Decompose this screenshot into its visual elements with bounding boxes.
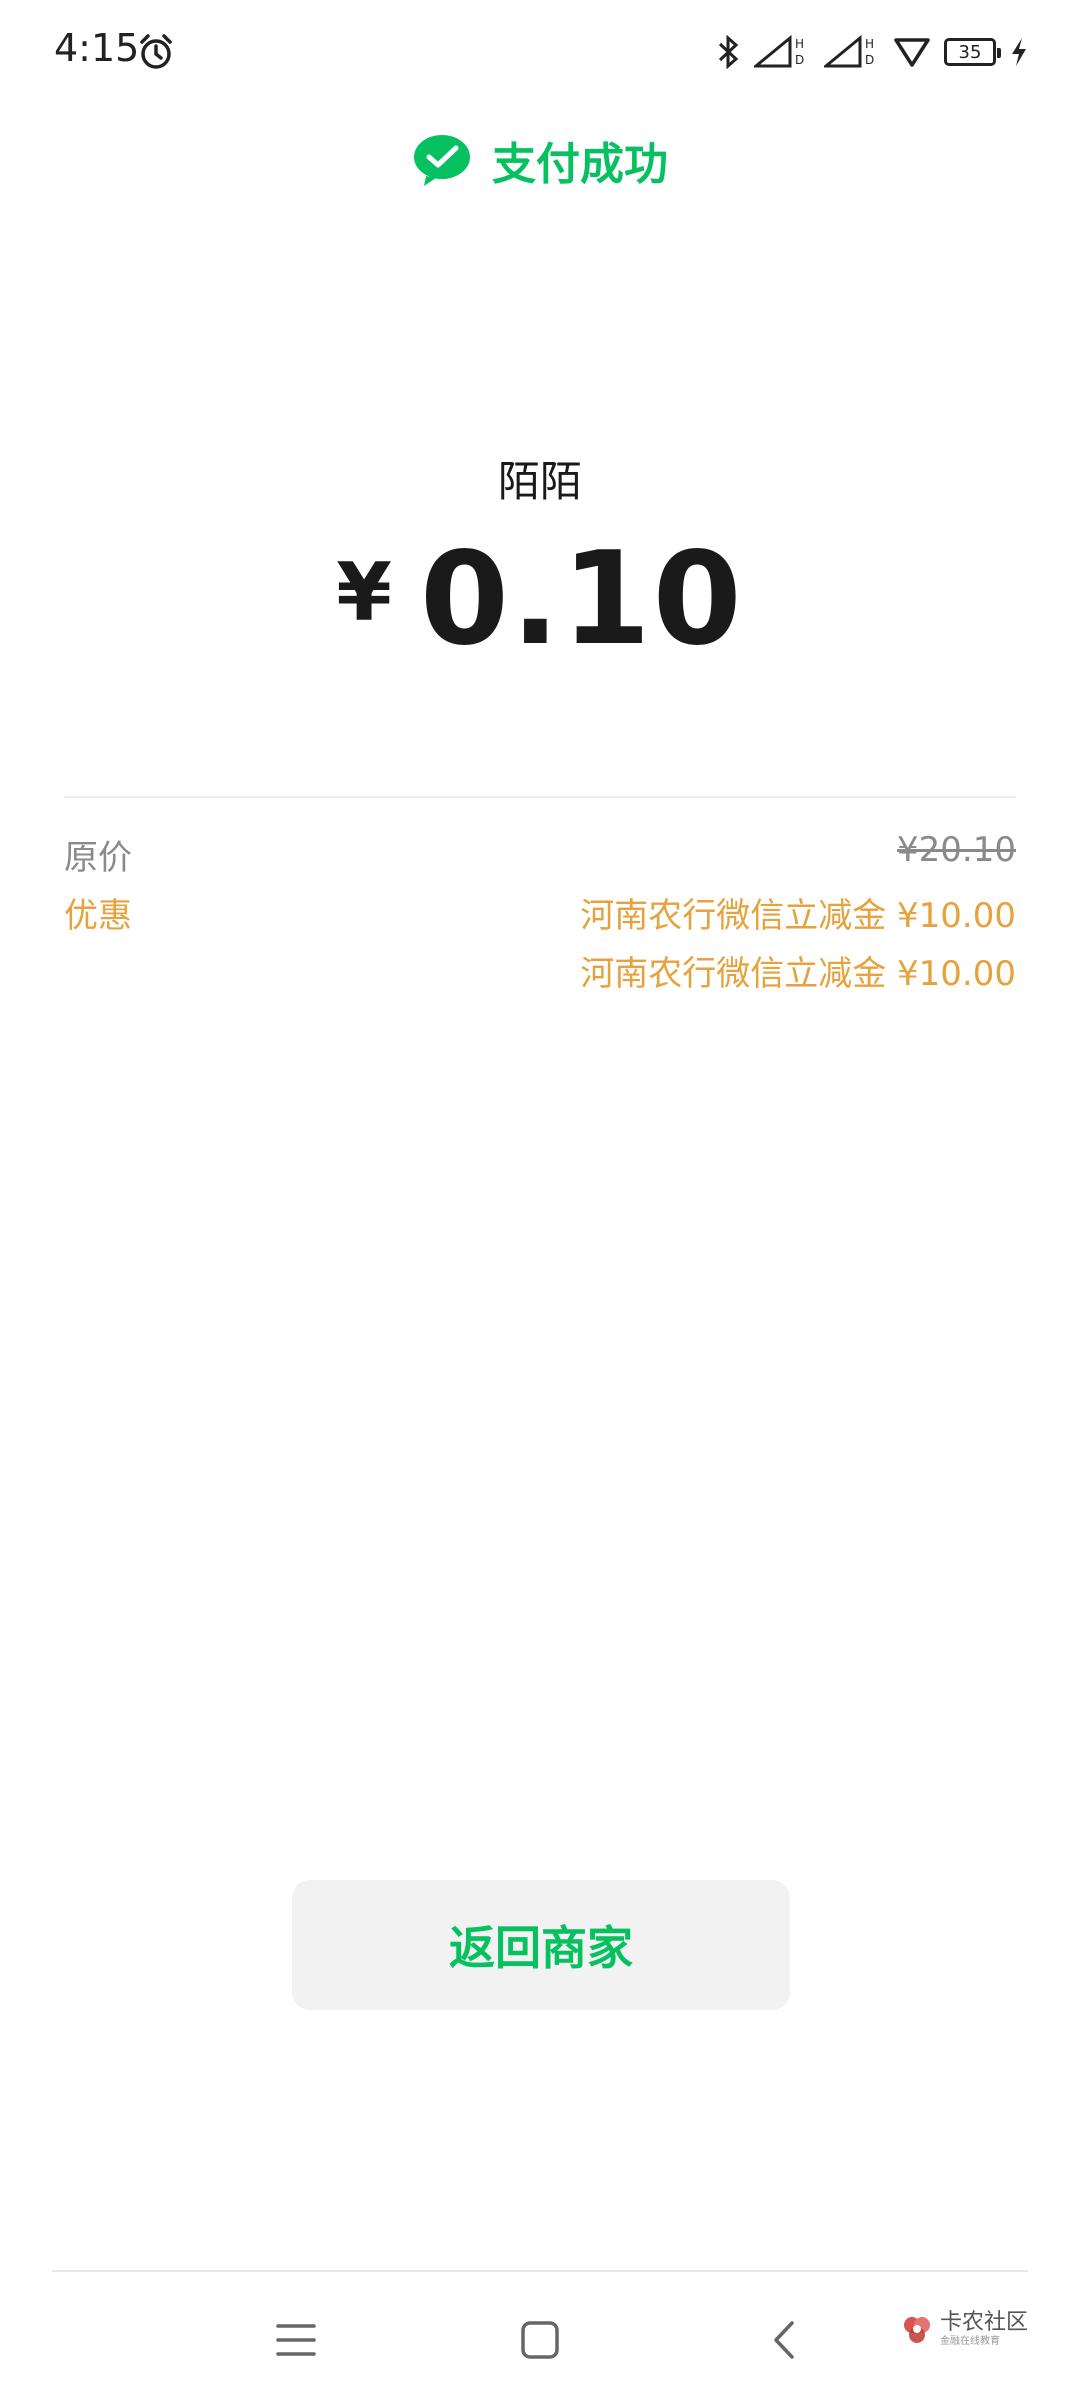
svg-text:D: D: [865, 53, 874, 67]
paid-amount: 0.10: [419, 525, 744, 674]
home-button[interactable]: [510, 2310, 570, 2370]
original-price-row: 原价 ¥20.10: [64, 830, 1016, 886]
divider: [64, 796, 1016, 798]
discount-item: 河南农行微信立减金 ¥10.00: [580, 954, 1016, 994]
back-button[interactable]: [754, 2310, 814, 2370]
currency-symbol: ¥: [336, 546, 392, 639]
original-price-label: 原价: [64, 838, 132, 878]
merchant-name: 陌陌: [497, 457, 582, 506]
svg-text:H: H: [795, 37, 804, 51]
signal-hd-icon: H D: [824, 34, 874, 68]
wifi-icon: [894, 38, 930, 67]
svg-text:D: D: [795, 53, 804, 67]
signal-hd-icon: H D: [754, 34, 804, 68]
watermark-main: 卡农社区: [940, 2310, 1029, 2335]
system-nav-bar: 卡农社区 金融在线教育: [0, 2272, 1080, 2400]
payment-success-header: 支付成功: [0, 120, 1080, 200]
status-time: 4:15: [54, 26, 140, 70]
status-bar: 4:15 H D H D 35: [0, 0, 1080, 100]
battery-level: 35: [958, 41, 982, 63]
discount-row: 优惠 河南农行微信立减金 ¥10.00: [64, 888, 1016, 944]
home-icon: [521, 2321, 559, 2359]
menu-icon: [276, 2324, 316, 2356]
back-icon: [774, 2321, 794, 2359]
bluetooth-icon: [718, 35, 739, 69]
charging-icon: [1012, 38, 1026, 66]
svg-text:H: H: [865, 37, 874, 51]
discount-label: 优惠: [64, 896, 132, 936]
page-title: 支付成功: [492, 139, 668, 190]
watermark-sub: 金融在线教育: [940, 2336, 1000, 2347]
wechat-pay-check-icon: [414, 135, 470, 186]
menu-button[interactable]: [266, 2310, 326, 2370]
original-price-value: ¥20.10: [897, 830, 1016, 870]
return-to-merchant-button[interactable]: 返回商家: [292, 1880, 790, 2010]
status-icons: H D H D 35: [716, 30, 1028, 74]
watermark-logo-icon: [904, 2316, 930, 2343]
discount-row: 河南农行微信立减金 ¥10.00: [64, 946, 1016, 1002]
amount-display: ¥ 0.10: [0, 525, 1080, 674]
battery-icon: 35: [944, 38, 1001, 66]
discount-item: 河南农行微信立减金 ¥10.00: [580, 896, 1016, 936]
alarm-icon: [140, 34, 172, 69]
watermark: 卡农社区 金融在线教育: [900, 2312, 1028, 2347]
